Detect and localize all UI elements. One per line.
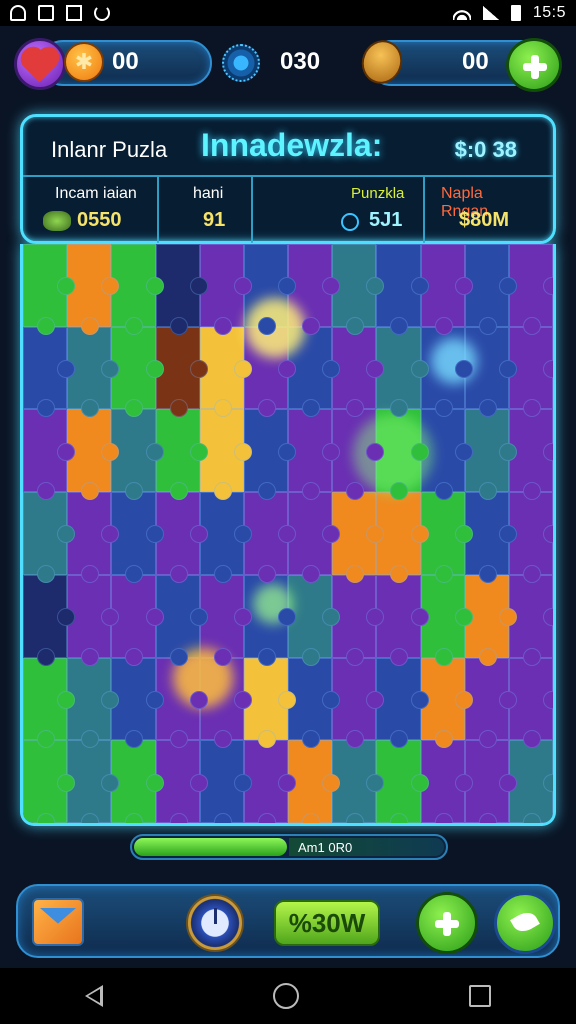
puzzle-piece[interactable] (23, 409, 76, 500)
app-icon-a (10, 5, 26, 21)
heart-icon (23, 49, 57, 83)
status-bar-left (10, 5, 110, 21)
app-icon-b (38, 5, 54, 21)
progress-fill (134, 838, 287, 856)
stat-divider (423, 177, 425, 243)
panel-subtitle: Inlanr Puzla (51, 137, 168, 162)
navigation-bar (0, 968, 576, 1024)
puzzle-piece[interactable] (23, 740, 76, 823)
status-bar-right: 15:5 (452, 4, 566, 22)
bottom-toolbar: %30W (16, 884, 560, 958)
stat-1: Incam iaian 0550 (23, 177, 157, 243)
stat-2-label: hani (193, 185, 224, 202)
puzzle-piece[interactable] (23, 574, 76, 666)
wifi-icon (452, 6, 471, 20)
level-progress-bar: Am1 0R0 (130, 834, 448, 860)
mail-button[interactable] (32, 898, 84, 946)
clock-time: 15:5 (532, 4, 566, 21)
leaf-hint-button[interactable] (494, 892, 556, 954)
progress-label: Am1 0R0 (298, 840, 353, 855)
panel-title: Innadewzla: (201, 127, 383, 163)
puzzle-piece[interactable] (23, 657, 76, 748)
add-button[interactable] (416, 892, 478, 954)
puzzle-grid[interactable] (23, 244, 553, 823)
stat-divider (251, 177, 253, 243)
recents-icon[interactable] (469, 985, 491, 1007)
bonus-label: %30W (288, 908, 366, 938)
stat-3-label: Punzkla (351, 185, 405, 202)
bonus-button[interactable]: %30W (274, 900, 380, 946)
tickets-value: 00 (462, 48, 489, 75)
center-value: 030 (280, 48, 321, 75)
timer-button[interactable] (186, 894, 244, 952)
stat-4-value: $80M (459, 209, 510, 231)
info-panel: Inlanr Puzla Innadewzla: $:0 38 Incam ia… (20, 114, 556, 244)
orange-coin-icon (64, 42, 104, 82)
add-tickets-button[interactable] (506, 38, 562, 92)
cash-icon (43, 211, 71, 231)
status-bar: 15:5 (0, 0, 576, 26)
puzzle-piece[interactable] (23, 492, 76, 583)
stat-3-value: 5J1 (369, 209, 403, 231)
stat-1-label: Incam iaian (55, 185, 137, 202)
stat-2-value: 91 (203, 209, 226, 231)
stat-1-value: 0550 (77, 209, 122, 231)
gear-icon[interactable] (222, 44, 260, 82)
lives-value: 00 (112, 48, 139, 75)
puzzle-board[interactable] (20, 244, 556, 826)
puzzle-token-icon (341, 213, 359, 231)
back-icon[interactable] (85, 985, 103, 1007)
puzzle-piece[interactable] (23, 326, 76, 418)
lives-button[interactable] (14, 38, 66, 90)
sync-icon (94, 5, 110, 21)
panel-money: $:0 38 (454, 137, 517, 162)
stat-divider (157, 177, 159, 243)
top-hud: 00 030 00 (0, 34, 576, 94)
home-icon[interactable] (273, 983, 299, 1009)
image-icon (66, 5, 82, 21)
puzzle-piece[interactable] (23, 244, 76, 335)
battery-icon (510, 5, 521, 21)
signal-icon (482, 6, 499, 20)
